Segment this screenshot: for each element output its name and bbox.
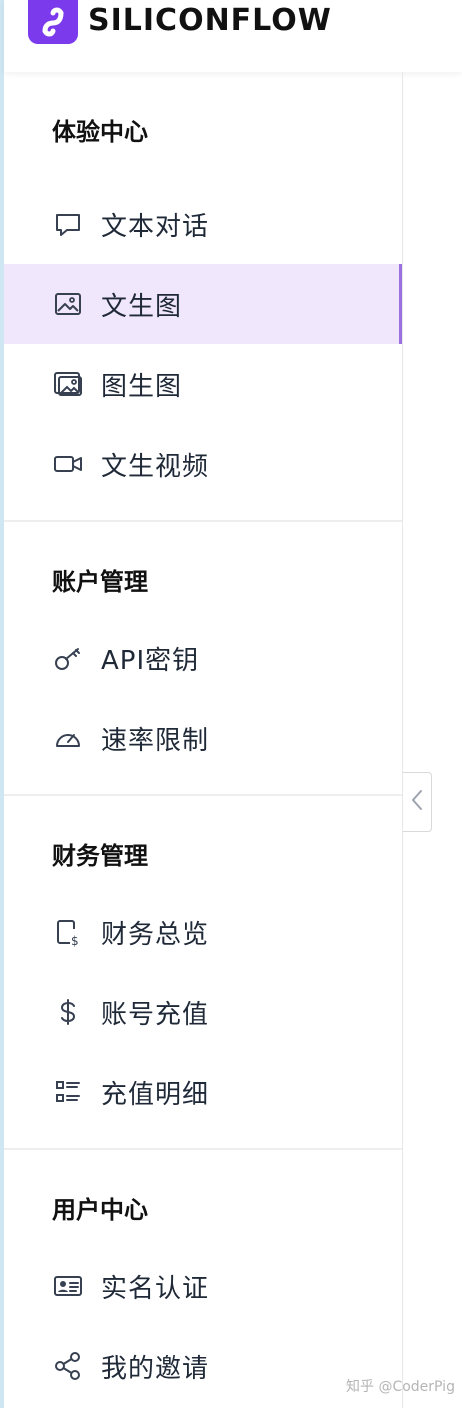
sidebar-item-text-to-image[interactable]: 文生图 (4, 264, 402, 344)
collapse-sidebar-button[interactable] (403, 772, 432, 832)
phone-dollar-icon: $ (51, 915, 85, 949)
share-icon (51, 1349, 85, 1383)
sidebar-item-text-chat[interactable]: 文本对话 (4, 184, 402, 264)
sidebar-item-image-to-image[interactable]: 图生图 (4, 344, 402, 424)
sidebar-item-finance-overview[interactable]: $ 财务总览 (4, 892, 402, 972)
sidebar-item-text-to-video[interactable]: 文生视频 (4, 424, 402, 504)
section-title-finance: 财务管理 (52, 842, 148, 870)
sidebar-item-label: API密钥 (101, 645, 200, 676)
section-title-user: 用户中心 (52, 1196, 148, 1224)
chat-bubble-icon (51, 207, 85, 241)
sidebar-item-label: 账号充值 (101, 999, 210, 1030)
sidebar-item-label: 文生图 (101, 291, 183, 322)
sidebar-item-recharge[interactable]: 账号充值 (4, 972, 402, 1052)
sidebar-item-recharge-details[interactable]: 充值明细 (4, 1052, 402, 1132)
speedometer-icon (51, 721, 85, 755)
sidebar-item-label: 充值明细 (101, 1079, 210, 1110)
sidebar-item-label: 图生图 (101, 371, 183, 402)
siliconflow-logo-icon[interactable] (28, 0, 78, 44)
video-camera-icon (51, 447, 85, 481)
sidebar-item-label: 速率限制 (101, 725, 210, 756)
sidebar-item-label: 文生视频 (101, 451, 210, 482)
sidebar: 体验中心 文本对话 文生图 图生图 文生视频 账户管理 API密钥 速率限制 财… (4, 72, 402, 1408)
sidebar-item-my-invites[interactable]: 我的邀请 (4, 1326, 402, 1406)
key-icon (51, 641, 85, 675)
brand-name: SILICONFLOW (88, 3, 332, 38)
header: SILICONFLOW (4, 0, 462, 72)
images-icon (51, 367, 85, 401)
sidebar-item-label: 我的邀请 (101, 1353, 210, 1384)
watermark: 知乎 @CoderPig (346, 1379, 455, 1395)
section-divider (4, 1148, 402, 1150)
sidebar-item-label: 财务总览 (101, 919, 210, 950)
sidebar-item-real-name[interactable]: 实名认证 (4, 1246, 402, 1326)
section-title-account: 账户管理 (52, 568, 148, 596)
sidebar-item-rate-limit[interactable]: 速率限制 (4, 698, 402, 778)
dollar-icon (51, 995, 85, 1029)
section-divider (4, 794, 402, 796)
section-title-experience: 体验中心 (52, 118, 148, 146)
sidebar-item-api-key[interactable]: API密钥 (4, 618, 402, 698)
sidebar-item-label: 实名认证 (101, 1273, 210, 1304)
svg-text:$: $ (71, 934, 79, 948)
id-card-icon (51, 1269, 85, 1303)
list-icon (51, 1075, 85, 1109)
section-divider (4, 520, 402, 522)
sidebar-item-label: 文本对话 (101, 211, 210, 242)
image-icon (51, 287, 85, 321)
chevron-left-icon (410, 788, 424, 816)
sidebar-border (402, 72, 403, 1408)
